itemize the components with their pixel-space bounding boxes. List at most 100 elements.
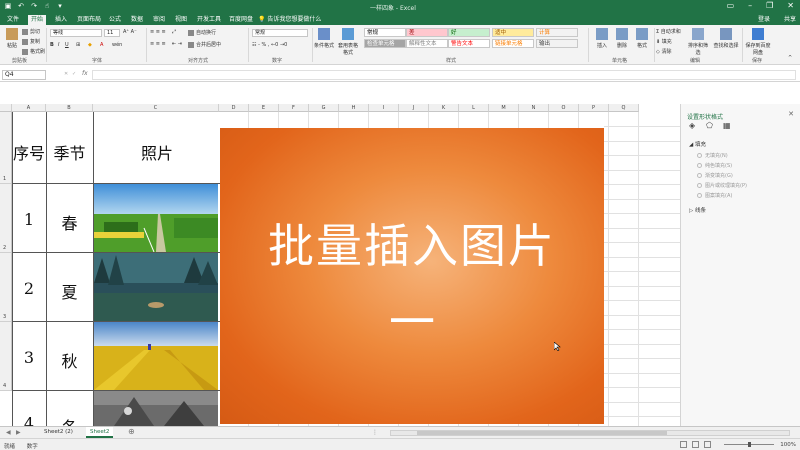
wrap-text-button[interactable]: 自动换行 bbox=[188, 29, 216, 36]
column-header[interactable]: E bbox=[249, 104, 279, 112]
prev-sheet-icon[interactable]: ◀ bbox=[6, 429, 11, 436]
indent-icons[interactable]: ⇤ ⇥ bbox=[172, 41, 182, 47]
column-header[interactable]: P bbox=[579, 104, 609, 112]
tab-formulas[interactable]: 公式 bbox=[106, 15, 124, 25]
column-header[interactable]: F bbox=[279, 104, 309, 112]
customize-qat-icon[interactable]: ▾ bbox=[56, 2, 64, 10]
slide-picture[interactable]: 批量插入图片 一 bbox=[220, 128, 604, 424]
scroll-thumb[interactable] bbox=[417, 431, 667, 435]
number-format-select[interactable]: 常规 bbox=[252, 29, 308, 37]
column-header[interactable]: M bbox=[489, 104, 519, 112]
zoom-level[interactable]: 100% bbox=[780, 442, 796, 448]
page-break-view-icon[interactable] bbox=[704, 441, 711, 448]
column-header[interactable]: I bbox=[369, 104, 399, 112]
collapse-ribbon-icon[interactable]: ^ bbox=[788, 55, 792, 61]
cell-style-item[interactable]: 好 bbox=[448, 28, 490, 37]
photo-summer[interactable] bbox=[94, 253, 218, 321]
name-box[interactable]: Q4 bbox=[2, 70, 46, 80]
phonetic-icon[interactable]: wén bbox=[112, 42, 122, 48]
font-size-select[interactable]: 11 bbox=[104, 29, 120, 37]
picture-fill-option[interactable]: 图片或纹理填充(P) bbox=[697, 182, 747, 189]
sheet-tab-sheet2[interactable]: Sheet2 bbox=[86, 427, 114, 438]
cell-style-item[interactable]: 检查单元格 bbox=[364, 39, 406, 48]
font-grow-shrink-icon[interactable]: A⁺ A⁻ bbox=[123, 29, 137, 35]
column-header[interactable]: H bbox=[339, 104, 369, 112]
photo-autumn[interactable] bbox=[94, 322, 218, 390]
clear-button[interactable]: ◇ 清除 bbox=[656, 48, 671, 55]
row-header[interactable]: 3 bbox=[0, 253, 12, 322]
solid-fill-option[interactable]: 纯色填充(S) bbox=[697, 162, 732, 169]
size-properties-icon[interactable]: ▦ bbox=[723, 121, 732, 130]
cut-button[interactable]: 剪切 bbox=[22, 28, 40, 35]
pattern-fill-option[interactable]: 图案填充(A) bbox=[697, 192, 732, 199]
cell-style-item[interactable]: 解释性文本 bbox=[406, 39, 448, 48]
tell-me-search[interactable]: 💡 告诉我您想要做什么 bbox=[258, 15, 321, 25]
horizontal-align-icons[interactable]: ≡ ≡ ≡ bbox=[150, 41, 166, 47]
fx-icon[interactable]: fx bbox=[82, 70, 88, 77]
tab-view[interactable]: 视图 bbox=[172, 15, 190, 25]
border-icon[interactable]: ⊞ bbox=[76, 42, 80, 48]
cell-style-item[interactable]: 差 bbox=[406, 28, 448, 37]
cell-style-item[interactable]: 输出 bbox=[536, 39, 578, 48]
vertical-align-icons[interactable]: ≡ ≡ ≡ bbox=[150, 29, 166, 35]
paste-button[interactable]: 粘贴 bbox=[2, 28, 22, 49]
tab-insert[interactable]: 插入 bbox=[52, 15, 70, 25]
undo-icon[interactable]: ↶ bbox=[17, 2, 25, 10]
tab-home[interactable]: 开始 bbox=[28, 15, 47, 25]
next-sheet-icon[interactable]: ▶ bbox=[16, 429, 21, 436]
column-header[interactable]: A bbox=[12, 104, 46, 112]
tab-review[interactable]: 审阅 bbox=[150, 15, 168, 25]
touch-mode-icon[interactable]: ☝ bbox=[43, 2, 51, 10]
format-as-table-button[interactable]: 套用表格格式 bbox=[338, 28, 358, 56]
column-header[interactable]: O bbox=[549, 104, 579, 112]
sheet-tab-sheet2-copy[interactable]: Sheet2 (2) bbox=[40, 427, 77, 438]
gradient-fill-option[interactable]: 渐变填充(G) bbox=[697, 172, 733, 179]
close-icon[interactable]: ✕ bbox=[787, 1, 794, 10]
share-button[interactable]: 共享 bbox=[784, 15, 796, 25]
no-fill-option[interactable]: 无填充(N) bbox=[697, 152, 728, 159]
sort-filter-button[interactable]: 排序和筛选 bbox=[686, 28, 710, 56]
login-link[interactable]: 登录 bbox=[758, 15, 770, 25]
cell-style-item[interactable]: 适中 bbox=[492, 28, 534, 37]
page-layout-view-icon[interactable] bbox=[692, 441, 699, 448]
tab-split-handle[interactable]: ⋮ bbox=[372, 429, 378, 436]
column-header[interactable]: Q bbox=[609, 104, 639, 112]
horizontal-scrollbar[interactable] bbox=[390, 430, 790, 436]
zoom-thumb[interactable] bbox=[748, 442, 751, 447]
cell-style-item[interactable]: 警告文本 bbox=[448, 39, 490, 48]
find-select-button[interactable]: 查找和选择 bbox=[712, 28, 740, 49]
column-header[interactable]: L bbox=[459, 104, 489, 112]
format-painter-button[interactable]: 格式刷 bbox=[22, 48, 45, 55]
number-format-icons[interactable]: ☷ - % , ←0 →0 bbox=[252, 42, 287, 48]
column-header[interactable]: K bbox=[429, 104, 459, 112]
save-to-baidu-button[interactable]: 保存到百度网盘 bbox=[744, 28, 772, 56]
format-cells-button[interactable]: 格式 bbox=[632, 28, 652, 49]
normal-view-icon[interactable] bbox=[680, 441, 687, 448]
ribbon-options-icon[interactable]: ▭ bbox=[727, 1, 735, 10]
italic-icon[interactable]: I bbox=[58, 42, 59, 48]
tab-page-layout[interactable]: 页面布局 bbox=[74, 15, 104, 25]
orientation-icon[interactable]: ⤢ bbox=[172, 29, 176, 35]
row-header[interactable]: 1 bbox=[0, 112, 12, 184]
line-section[interactable]: ▷ 线条 bbox=[689, 206, 706, 214]
save-icon[interactable]: ▣ bbox=[4, 2, 12, 10]
close-pane-icon[interactable]: ✕ bbox=[788, 110, 794, 118]
minimize-icon[interactable]: – bbox=[748, 1, 752, 10]
column-header[interactable]: J bbox=[399, 104, 429, 112]
merge-center-button[interactable]: 合并后居中 bbox=[188, 41, 221, 48]
fill-section[interactable]: ◢ 填充 bbox=[689, 140, 706, 148]
insert-cells-button[interactable]: 插入 bbox=[592, 28, 612, 49]
restore-icon[interactable]: ❐ bbox=[766, 1, 773, 10]
photo-winter[interactable] bbox=[94, 391, 218, 426]
tab-file[interactable]: 文件 bbox=[4, 15, 22, 25]
column-header[interactable]: B bbox=[46, 104, 93, 112]
autosum-button[interactable]: Σ 自动求和 bbox=[656, 28, 681, 35]
delete-cells-button[interactable]: 删除 bbox=[612, 28, 632, 49]
conditional-format-button[interactable]: 条件格式 bbox=[314, 28, 334, 49]
copy-button[interactable]: 复制 bbox=[22, 38, 40, 45]
tab-developer[interactable]: 开发工具 bbox=[194, 15, 224, 25]
cancel-icon[interactable]: ✕ bbox=[64, 71, 68, 77]
tab-data[interactable]: 数据 bbox=[128, 15, 146, 25]
row-header[interactable]: 4 bbox=[0, 322, 12, 391]
column-header[interactable]: D bbox=[219, 104, 249, 112]
